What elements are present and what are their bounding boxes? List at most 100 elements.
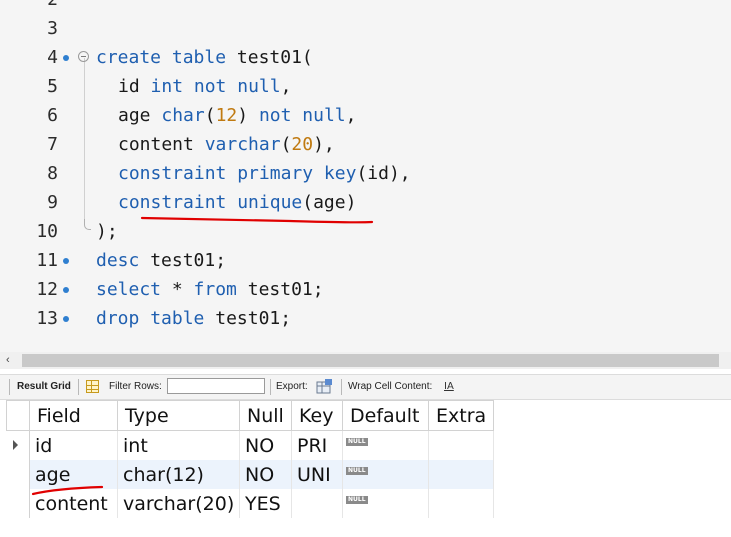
sql-keyword: table — [171, 47, 227, 68]
sql-token: (id), — [356, 163, 411, 184]
statement-marker-icon[interactable] — [63, 55, 69, 61]
cell-key[interactable] — [291, 489, 343, 518]
null-badge: NULL — [346, 466, 368, 475]
table-row[interactable]: id int NO PRI NULL — [6, 430, 494, 460]
sql-keyword: varchar — [204, 134, 281, 155]
cell-default[interactable]: NULL — [342, 460, 429, 489]
code-line[interactable]: 9 constraint unique(age) — [0, 188, 731, 217]
row-indicator[interactable] — [6, 460, 30, 489]
column-header-field[interactable]: Field — [29, 400, 118, 431]
sql-token: test01( — [226, 47, 313, 68]
sql-token: test01; — [236, 279, 324, 300]
statement-marker-icon[interactable] — [63, 316, 69, 322]
code-line[interactable]: 7 content varchar(20), — [0, 130, 731, 159]
code-text: constraint primary key(id), — [118, 159, 411, 188]
sql-keyword: drop — [96, 308, 140, 329]
sql-keyword: select — [96, 279, 162, 300]
wrap-cell-label: Wrap Cell Content: — [348, 381, 433, 392]
row-indicator[interactable] — [6, 430, 30, 460]
cell-null[interactable]: YES — [239, 489, 292, 518]
horizontal-scrollbar[interactable]: ‹ — [0, 352, 731, 369]
cell-key[interactable]: UNI — [291, 460, 343, 489]
cell-field[interactable]: age — [29, 460, 118, 489]
cell-default[interactable]: NULL — [342, 430, 429, 460]
table-row[interactable]: content varchar(20) YES NULL — [6, 489, 494, 518]
filter-rows-input[interactable] — [167, 378, 265, 394]
code-line[interactable]: 3 — [0, 14, 731, 43]
sql-keyword: create — [96, 47, 162, 68]
code-line[interactable]: 10); — [0, 217, 731, 246]
wrap-cell-icon[interactable]: IA — [444, 379, 454, 394]
cell-extra[interactable] — [428, 460, 494, 489]
sql-number: 20 — [291, 134, 314, 155]
line-number: 6 — [47, 105, 58, 126]
cell-default[interactable]: NULL — [342, 489, 429, 518]
column-header-extra[interactable]: Extra — [428, 400, 494, 431]
line-number: 2 — [0, 0, 58, 14]
scrollbar-thumb[interactable] — [22, 354, 719, 367]
sql-token: * — [161, 279, 194, 300]
statement-marker-icon[interactable] — [63, 258, 69, 264]
line-number: 10 — [36, 221, 58, 242]
code-line[interactable]: 13 drop table test01; — [0, 304, 731, 333]
toolbar-separator — [78, 379, 79, 395]
sql-editor[interactable]: 2 3 4 create table test01(5 id int not null,… — [0, 0, 731, 352]
row-indicator[interactable] — [6, 489, 30, 518]
sql-keyword: key — [323, 163, 357, 184]
column-header-null[interactable]: Null — [239, 400, 292, 431]
cell-field[interactable]: content — [29, 489, 118, 518]
sql-keyword: table — [150, 308, 205, 329]
column-header-key[interactable]: Key — [291, 400, 343, 431]
code-line[interactable]: 5 id int not null, — [0, 72, 731, 101]
table-row[interactable]: age char(12) NO UNI NULL — [6, 460, 494, 489]
grid-view-icon[interactable] — [86, 380, 99, 393]
line-number: 3 — [47, 18, 58, 39]
code-line[interactable]: 4 create table test01( — [0, 43, 731, 72]
export-label: Export: — [276, 381, 308, 392]
code-text: id int not null, — [118, 72, 291, 101]
fold-end-icon — [84, 219, 91, 230]
code-line[interactable]: 6 age char(12) not null, — [0, 101, 731, 130]
sql-token: ( — [204, 105, 216, 126]
sql-token: ); — [96, 221, 118, 242]
scroll-left-icon[interactable]: ‹ — [6, 352, 10, 369]
sql-token: ), — [313, 134, 335, 155]
sql-token: age — [118, 105, 162, 126]
code-text: ); — [96, 217, 118, 246]
cell-extra[interactable] — [428, 430, 494, 460]
row-indicator-header — [6, 400, 30, 431]
cell-null[interactable]: NO — [239, 460, 292, 489]
result-grid: Field Type Null Key Default Extra id int… — [6, 400, 494, 518]
code-line[interactable]: 8 constraint primary key(id), — [0, 159, 731, 188]
cell-field[interactable]: id — [29, 430, 118, 460]
current-row-icon — [12, 440, 18, 450]
result-grid-tab[interactable]: Result Grid — [17, 375, 71, 399]
sql-token: content — [118, 134, 205, 155]
export-icon[interactable] — [316, 379, 333, 394]
sql-token: ) — [237, 105, 259, 126]
column-header-type[interactable]: Type — [117, 400, 240, 431]
sql-number: 12 — [215, 105, 238, 126]
cell-key[interactable]: PRI — [291, 430, 343, 460]
cell-type[interactable]: int — [117, 430, 240, 460]
sql-keyword: not — [193, 76, 227, 97]
null-badge: NULL — [346, 437, 368, 446]
sql-token: test01; — [139, 250, 227, 271]
code-text: create table test01( — [96, 43, 313, 72]
toolbar-separator — [270, 379, 271, 395]
cell-type[interactable]: char(12) — [117, 460, 240, 489]
column-header-default[interactable]: Default — [342, 400, 429, 431]
statement-marker-icon[interactable] — [63, 287, 69, 293]
fold-collapse-icon[interactable] — [78, 51, 89, 62]
code-text: desc test01; — [96, 246, 226, 275]
code-line[interactable]: 12 select * from test01; — [0, 275, 731, 304]
code-line[interactable]: 11 desc test01; — [0, 246, 731, 275]
sql-keyword: unique — [237, 192, 303, 213]
cell-null[interactable]: NO — [239, 430, 292, 460]
sql-token: , — [280, 76, 292, 97]
cell-extra[interactable] — [428, 489, 494, 518]
cell-type[interactable]: varchar(20) — [117, 489, 240, 518]
code-line[interactable]: 2 — [0, 0, 731, 14]
